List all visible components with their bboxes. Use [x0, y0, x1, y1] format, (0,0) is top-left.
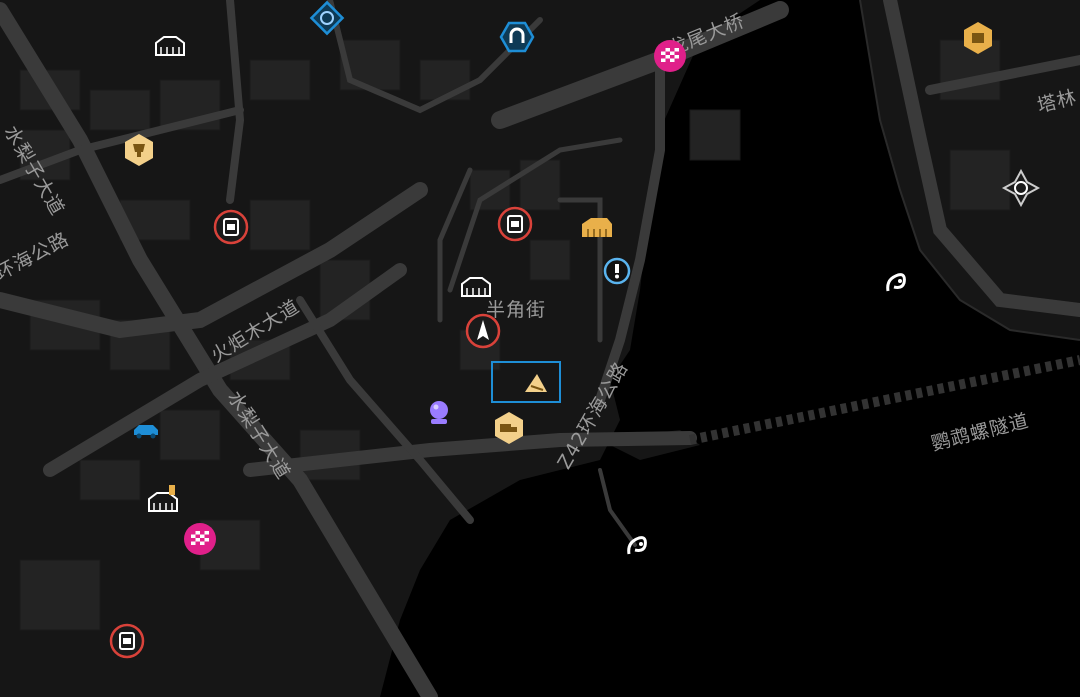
truck-icon[interactable] [492, 411, 526, 445]
diamond-emblem-icon[interactable] [309, 0, 345, 36]
selection-cursor [491, 361, 561, 403]
gas-can-icon[interactable] [213, 209, 249, 245]
car-icon[interactable] [129, 414, 163, 448]
fishing-icon[interactable] [879, 266, 913, 300]
info-exclamation-icon[interactable] [600, 254, 634, 288]
gold-hexagon-icon[interactable] [961, 21, 995, 55]
race-flag-icon[interactable] [653, 39, 687, 73]
rocket-tower-icon[interactable] [465, 313, 501, 349]
warehouse-icon-2[interactable] [459, 271, 493, 305]
purple-orb-icon[interactable] [422, 396, 456, 430]
gear-emblem-icon[interactable] [1001, 168, 1041, 208]
gas-can-icon-3[interactable] [109, 623, 145, 659]
trophy-icon[interactable] [122, 133, 156, 167]
map-canvas[interactable] [0, 0, 1080, 697]
factory-icon[interactable] [580, 211, 614, 245]
fishing-icon-2[interactable] [620, 529, 654, 563]
warehouse-icon-3[interactable] [146, 485, 180, 520]
race-flag-icon-2[interactable] [183, 522, 217, 556]
gas-can-icon-2[interactable] [497, 206, 533, 242]
warehouse-icon[interactable] [153, 30, 187, 64]
magnet-icon[interactable] [499, 20, 535, 54]
